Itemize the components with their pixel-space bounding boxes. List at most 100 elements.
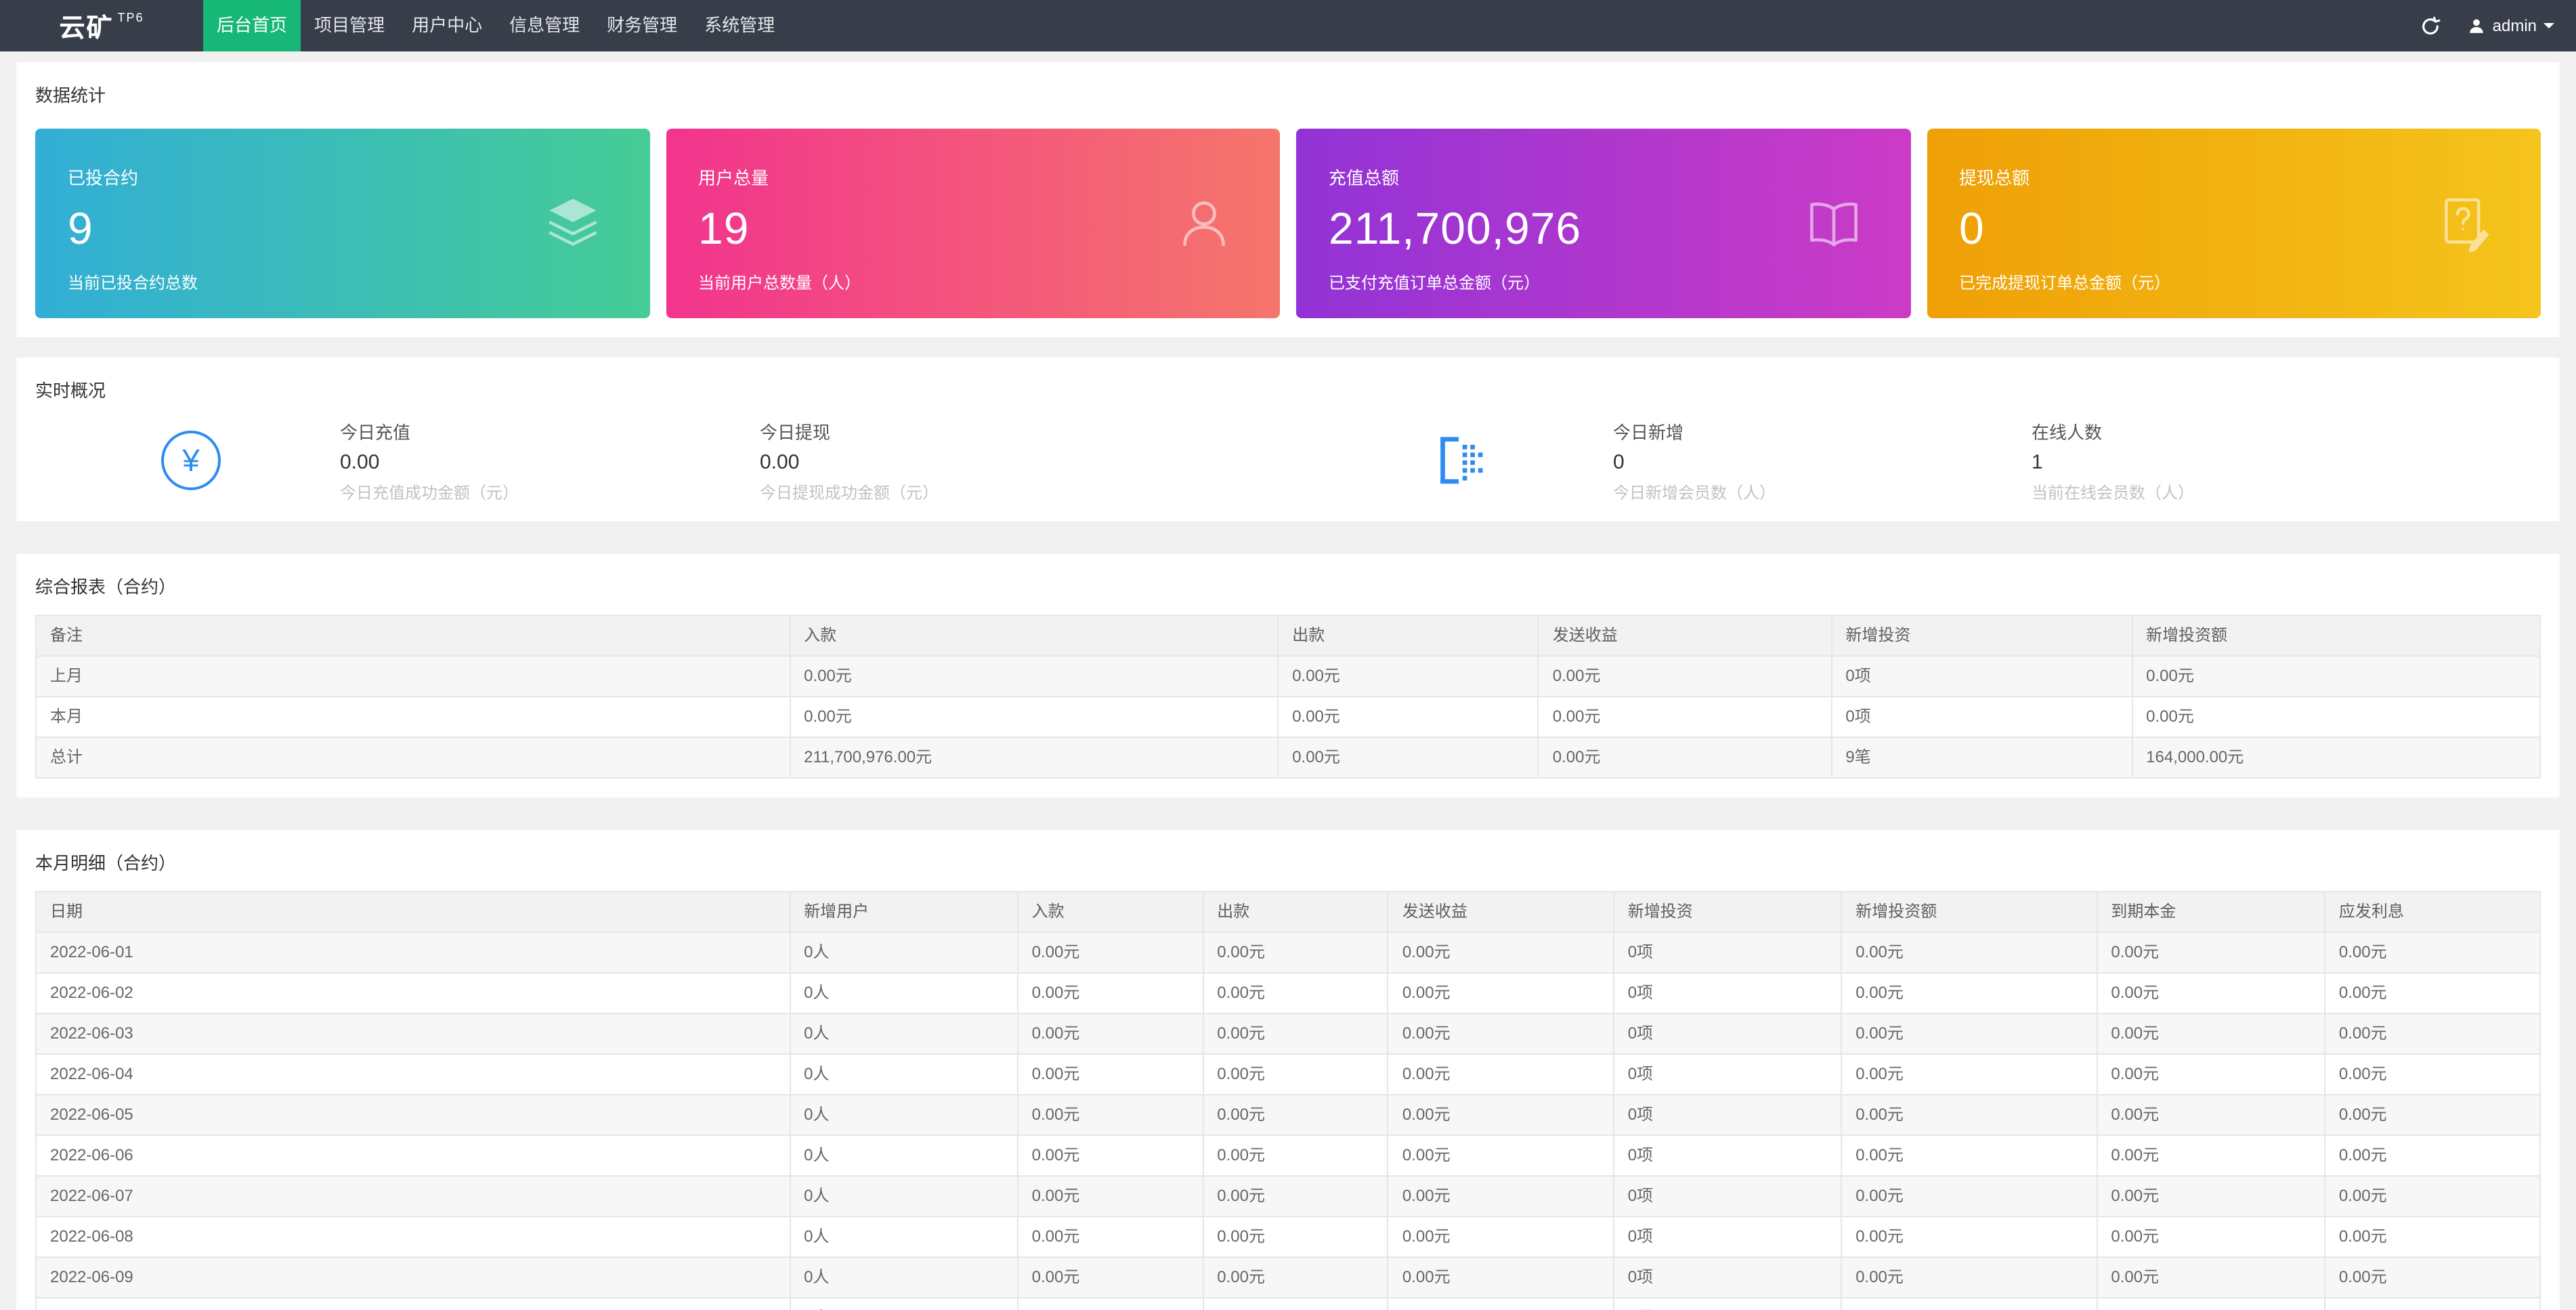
table-cell: 0.00元: [1841, 1053, 2098, 1095]
table-cell: 0.00元: [1387, 1013, 1614, 1055]
table-cell: 0.00元: [1841, 1135, 2098, 1177]
table-cell: 0.00元: [1016, 1135, 1204, 1177]
table-row: 上月 0.00元 0.00元 0.00元 0项 0.00元: [35, 655, 2541, 697]
section-title-stats: 数据统计: [35, 85, 106, 106]
document-pen-icon: [2435, 194, 2495, 253]
table-row: 2022-06-06 0人 0.00元 0.00元 0.00元 0项 0.00元…: [35, 1135, 2541, 1177]
refresh-icon[interactable]: [2421, 16, 2441, 36]
stat-card-users: 用户总量 19 当前用户总数量（人）: [666, 129, 1280, 318]
table-cell: 0人: [789, 1257, 1018, 1298]
table-cell: 0人: [789, 1175, 1018, 1217]
table-cell: 0.00元: [1202, 1257, 1389, 1298]
table-cell: 0.00元: [2096, 1135, 2325, 1177]
realtime-desc: 今日新增会员数（人）: [1613, 483, 1776, 502]
section-title-detail: 本月明细（合约）: [35, 853, 177, 873]
column-header: 新增投资: [1612, 891, 1843, 933]
column-header: 到期本金: [2096, 891, 2325, 933]
table-cell: 0.00元: [2096, 932, 2325, 974]
table-cell: 0.00元: [2323, 972, 2541, 1014]
table-cell: 211,700,976.00元: [789, 737, 1279, 779]
table-cell: 164,000.00元: [2131, 737, 2541, 779]
table-row: 2022-06-02 0人 0.00元 0.00元 0.00元 0项 0.00元…: [35, 972, 2541, 1014]
user-menu[interactable]: admin: [2468, 16, 2554, 35]
stat-card-recharge: 充值总额 211,700,976 已支付充值订单总金额（元）: [1296, 129, 1910, 318]
table-cell: 0.00元: [1537, 737, 1832, 779]
book-icon: [1802, 192, 1864, 255]
navbar-right: admin: [2421, 0, 2576, 51]
nav-item[interactable]: 系统管理: [691, 0, 788, 51]
table-cell: 0项: [1830, 655, 2133, 697]
table-cell: 2022-06-07: [35, 1175, 791, 1217]
column-header: 新增用户: [789, 891, 1018, 933]
table-cell: 0.00元: [2323, 1216, 2541, 1258]
table-cell: 0.00元: [1202, 1297, 1389, 1310]
realtime-card: 实时概况 ¥ 今日充值 0.00 今日充值成功金额（元） 今日提现 0.00 今…: [16, 357, 2560, 521]
table-cell: 0.00元: [2096, 972, 2325, 1014]
section-title-realtime: 实时概况: [35, 380, 106, 401]
top-navbar: 云矿 TP6 后台首页 项目管理 用户中心 信息管理 财务管理 系统管理 adm…: [0, 0, 2576, 51]
stat-value: 0: [1959, 203, 1985, 253]
table-cell: 2022-06-09: [35, 1257, 791, 1298]
table-row: 2022-06-09 0人 0.00元 0.00元 0.00元 0项 0.00元…: [35, 1257, 2541, 1298]
nav-item[interactable]: 信息管理: [496, 0, 593, 51]
table-cell: 0人: [789, 1053, 1018, 1095]
column-header: 应发利息: [2323, 891, 2541, 933]
stat-desc: 已支付充值订单总金额（元）: [1329, 274, 1541, 292]
logo[interactable]: 云矿 TP6: [0, 0, 203, 51]
stat-card-withdraw: 提现总额 0 已完成提现订单总金额（元）: [1927, 129, 2541, 318]
table-cell: 0.00元: [1202, 1053, 1389, 1095]
table-cell: 0项: [1612, 1094, 1843, 1136]
table-row: 2022-06-01 0人 0.00元 0.00元 0.00元 0项 0.00元…: [35, 932, 2541, 974]
nav-item[interactable]: 财务管理: [593, 0, 691, 51]
table-cell: 2022-06-03: [35, 1013, 791, 1055]
table-cell: 0.00元: [2323, 932, 2541, 974]
table-row: 2022-06-08 0人 0.00元 0.00元 0.00元 0项 0.00元…: [35, 1216, 2541, 1258]
table-cell: 0.00元: [2096, 1257, 2325, 1298]
column-header: 发送收益: [1537, 615, 1832, 657]
table-cell: 0.00元: [1387, 972, 1614, 1014]
table-cell: 0.00元: [1841, 1175, 2098, 1217]
detail-table: 日期 新增用户 入款 出款 发送收益 新增投资 新增投资额 到期本金 应发利息 2022-06-…: [35, 891, 2541, 1310]
table-row: 本月 0.00元 0.00元 0.00元 0项 0.00元: [35, 696, 2541, 738]
realtime-label: 今日充值: [340, 422, 411, 442]
realtime-value: 1: [2032, 450, 2043, 473]
realtime-value: 0.00: [340, 450, 380, 473]
table-cell: 0.00元: [1387, 1297, 1614, 1310]
nav-item[interactable]: 用户中心: [398, 0, 496, 51]
table-cell: 0项: [1612, 1135, 1843, 1177]
table-cell: 0.00元: [1387, 1175, 1614, 1217]
table-cell: 0.00元: [1277, 737, 1539, 779]
stat-desc: 已完成提现订单总金额（元）: [1959, 274, 2171, 292]
table-cell: 0.00元: [1016, 1013, 1204, 1055]
table-cell: 0项: [1612, 1053, 1843, 1095]
table-cell: 0.00元: [2096, 1216, 2325, 1258]
table-cell: 0.00元: [1841, 1297, 2098, 1310]
table-cell: 0.00元: [2131, 655, 2541, 697]
column-header: 新增投资额: [2131, 615, 2541, 657]
realtime-value: 0: [1613, 450, 1625, 473]
table-cell: 0.00元: [1277, 655, 1539, 697]
table-cell: 0.00元: [2096, 1175, 2325, 1217]
table-cell: 0项: [1612, 1297, 1843, 1310]
column-header: 出款: [1277, 615, 1539, 657]
main-nav: 后台首页 项目管理 用户中心 信息管理 财务管理 系统管理: [203, 0, 788, 51]
table-row: 2022-06-05 0人 0.00元 0.00元 0.00元 0项 0.00元…: [35, 1094, 2541, 1136]
table-cell: 0.00元: [1016, 1257, 1204, 1298]
table-cell: 0.00元: [2323, 1297, 2541, 1310]
realtime-row: ¥ 今日充值 0.00 今日充值成功金额（元） 今日提现 0.00 今日提现成功…: [35, 418, 2541, 502]
column-header: 入款: [789, 615, 1279, 657]
table-cell: 0.00元: [1202, 932, 1389, 974]
table-cell: 0.00元: [2323, 1257, 2541, 1298]
table-cell: 0.00元: [2096, 1013, 2325, 1055]
nav-item[interactable]: 后台首页: [203, 0, 301, 51]
nav-item[interactable]: 项目管理: [301, 0, 398, 51]
realtime-label: 今日提现: [760, 422, 831, 442]
table-cell: 0.00元: [1841, 972, 2098, 1014]
table-row: 总计 211,700,976.00元 0.00元 0.00元 9笔 164,00…: [35, 737, 2541, 779]
table-cell: 0.00元: [1387, 1094, 1614, 1136]
table-cell: 0.00元: [2096, 1297, 2325, 1310]
table-cell: 0.00元: [1016, 1053, 1204, 1095]
table-cell: 9笔: [1830, 737, 2133, 779]
table-cell: 0.00元: [1016, 1216, 1204, 1258]
report-card: 综合报表（合约） 备注 入款 出款 发送收益 新增投资 新增投资额 上月 0.00元 0.…: [16, 554, 2560, 798]
